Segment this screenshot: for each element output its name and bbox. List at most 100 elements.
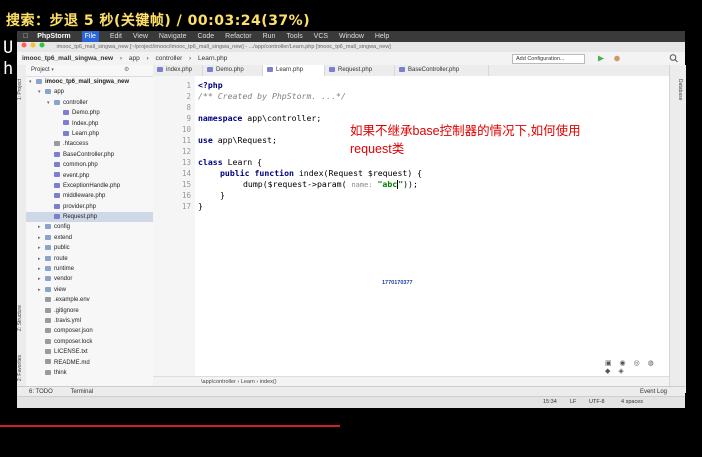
menu-run[interactable]: Run <box>263 31 276 42</box>
chevron-down-icon[interactable]: ▾ <box>47 98 54 108</box>
chevron-right-icon[interactable]: ▸ <box>38 243 45 253</box>
tree-folder-item[interactable]: ▸ vendor <box>26 274 153 284</box>
chevron-right-icon[interactable]: ▸ <box>38 254 45 264</box>
tree-folder-item[interactable]: ▾ imooc_tp6_mall_singwa_new <box>26 77 153 87</box>
tree-file-item[interactable]: .htaccess <box>26 139 153 149</box>
menu-file[interactable]: File <box>81 31 99 42</box>
tree-file-item[interactable]: .gitignore <box>26 306 153 316</box>
tree-item-label: app <box>54 89 65 96</box>
dump-call: dump($request->param( <box>243 179 352 189</box>
crumb-class[interactable]: Learn <box>241 379 255 385</box>
crumb-method[interactable]: index() <box>260 379 277 385</box>
menu-vcs[interactable]: VCS <box>314 31 328 42</box>
chevron-right-icon[interactable]: ▸ <box>38 264 45 274</box>
tree-file-item[interactable]: Learn.php <box>26 129 153 139</box>
browser-preview-icons[interactable]: ▣ ◉ ◎ ◍ ◆ ◈ <box>605 359 669 375</box>
tree-folder-item[interactable]: ▸ runtime <box>26 264 153 274</box>
tree-folder-item[interactable]: ▾ app <box>26 87 153 97</box>
tree-file-item[interactable]: README.md <box>26 358 153 368</box>
tab-request-php[interactable]: Request.php <box>325 65 395 76</box>
tree-file-item[interactable]: middleware.php <box>26 191 153 201</box>
chevron-down-icon[interactable]: ▾ <box>51 67 54 73</box>
file-icon <box>45 317 51 323</box>
breadcrumb-app[interactable]: app <box>129 52 140 65</box>
caret-position[interactable]: 15:34 <box>543 397 557 408</box>
breadcrumb-controller[interactable]: controller <box>156 52 183 65</box>
tab-index-php[interactable]: index.php <box>153 65 203 76</box>
tab-demo-php[interactable]: Demo.php <box>203 65 263 76</box>
tree-file-item[interactable]: composer.lock <box>26 337 153 347</box>
code-line-2: /** Created by PhpStorm. ...*/ <box>198 91 346 101</box>
chevron-right-icon[interactable]: ▸ <box>38 233 45 243</box>
tree-item-label: config <box>54 224 71 231</box>
navigation-bar: imooc_tp6_mall_singwa_new › app › contro… <box>17 52 685 66</box>
menu-refactor[interactable]: Refactor <box>225 31 251 42</box>
breadcrumb-project[interactable]: imooc_tp6_mall_singwa_new <box>22 52 113 65</box>
tree-folder-item[interactable]: ▸ config <box>26 222 153 232</box>
menu-navigate[interactable]: Navigate <box>159 31 187 42</box>
tree-file-item[interactable]: Index.php <box>26 119 153 129</box>
tab-learn-php[interactable]: Learn.php <box>263 65 325 76</box>
crumb-namespace[interactable]: \app\controller <box>201 379 236 385</box>
tree-item-label: .gitignore <box>54 307 79 314</box>
chevron-right-icon[interactable]: ▸ <box>38 222 45 232</box>
tree-item-label: .example.env <box>54 297 90 304</box>
menu-help[interactable]: Help <box>375 31 389 42</box>
class-decl: Learn { <box>222 157 263 167</box>
line-separator[interactable]: LF <box>570 397 576 408</box>
code-line-15: } <box>220 190 225 200</box>
database-tool-tab[interactable]: Database <box>674 79 683 100</box>
menu-view[interactable]: View <box>133 31 148 42</box>
tree-folder-item[interactable]: ▸ route <box>26 254 153 264</box>
apple-icon[interactable]:  <box>23 31 28 42</box>
chevron-down-icon[interactable]: ▾ <box>29 77 36 87</box>
chevron-right-icon[interactable]: ▸ <box>38 285 45 295</box>
tree-file-item[interactable]: Demo.php <box>26 108 153 118</box>
tree-folder-item[interactable]: ▸ public <box>26 243 153 253</box>
seek-overlay-text: 搜索：步退 5 秒(关键帧) / 00:03:24(37%) <box>6 13 311 29</box>
todo-tool-button[interactable]: 6: TODO <box>29 389 53 395</box>
chevron-down-icon[interactable]: ▾ <box>38 87 45 97</box>
chevron-right-icon[interactable]: ▸ <box>38 274 45 284</box>
tree-file-item[interactable]: event.php <box>26 171 153 181</box>
traffic-lights-icon[interactable] <box>21 42 47 52</box>
use-path: app\Request; <box>212 135 277 145</box>
favorites-tool-tab[interactable]: 2: Favorites <box>17 355 26 381</box>
tree-file-item[interactable]: BaseController.php <box>26 150 153 160</box>
structure-tool-tab[interactable]: Z: Structure <box>17 305 26 331</box>
keyword: namespace <box>198 113 243 123</box>
terminal-tool-button[interactable]: Terminal <box>70 389 93 395</box>
tree-file-item[interactable]: Request.php <box>26 212 153 223</box>
breadcrumb-file[interactable]: Learn.php <box>198 52 227 65</box>
tree-file-item[interactable]: .example.env <box>26 295 153 305</box>
menu-window[interactable]: Window <box>339 31 364 42</box>
ide-window: imooc_tp6_mall_singwa_new [~/project/imo… <box>17 42 686 408</box>
code-editor[interactable]: <?php /** Created by PhpStorm. ...*/ nam… <box>195 76 669 376</box>
project-panel-title[interactable]: Project <box>31 67 50 73</box>
tree-folder-item[interactable]: ▸ view <box>26 285 153 295</box>
tree-file-item[interactable]: think <box>26 368 153 378</box>
file-encoding[interactable]: UTF-8 <box>589 397 605 408</box>
tree-folder-item[interactable]: ▸ extend <box>26 233 153 243</box>
menu-edit[interactable]: Edit <box>110 31 122 42</box>
gear-icon[interactable]: ⚙ <box>124 65 129 76</box>
tree-file-item[interactable]: composer.json <box>26 326 153 336</box>
tree-file-item[interactable]: ExceptionHandle.php <box>26 181 153 191</box>
indent-setting[interactable]: 4 spaces <box>621 397 643 408</box>
tree-item-label: composer.lock <box>54 338 93 345</box>
menu-tools[interactable]: Tools <box>286 31 302 42</box>
brace: } <box>198 201 203 211</box>
tree-file-item[interactable]: provider.php <box>26 202 153 212</box>
menu-app[interactable]: PhpStorm <box>37 31 70 42</box>
video-progress-bar[interactable] <box>0 425 340 427</box>
tree-item-label: extend <box>54 234 73 241</box>
run-configuration-select[interactable]: Add Configuration... <box>512 54 585 64</box>
tree-folder-item[interactable]: ▾ controller <box>26 98 153 108</box>
tree-file-item[interactable]: .travis.yml <box>26 316 153 326</box>
line-number: 14 <box>181 169 191 178</box>
menu-code[interactable]: Code <box>197 31 214 42</box>
tree-file-item[interactable]: common.php <box>26 160 153 170</box>
tab-basecontroller-php[interactable]: BaseController.php <box>395 65 489 76</box>
project-tool-tab[interactable]: 1: Project <box>17 79 26 100</box>
tree-file-item[interactable]: LICENSE.txt <box>26 347 153 357</box>
